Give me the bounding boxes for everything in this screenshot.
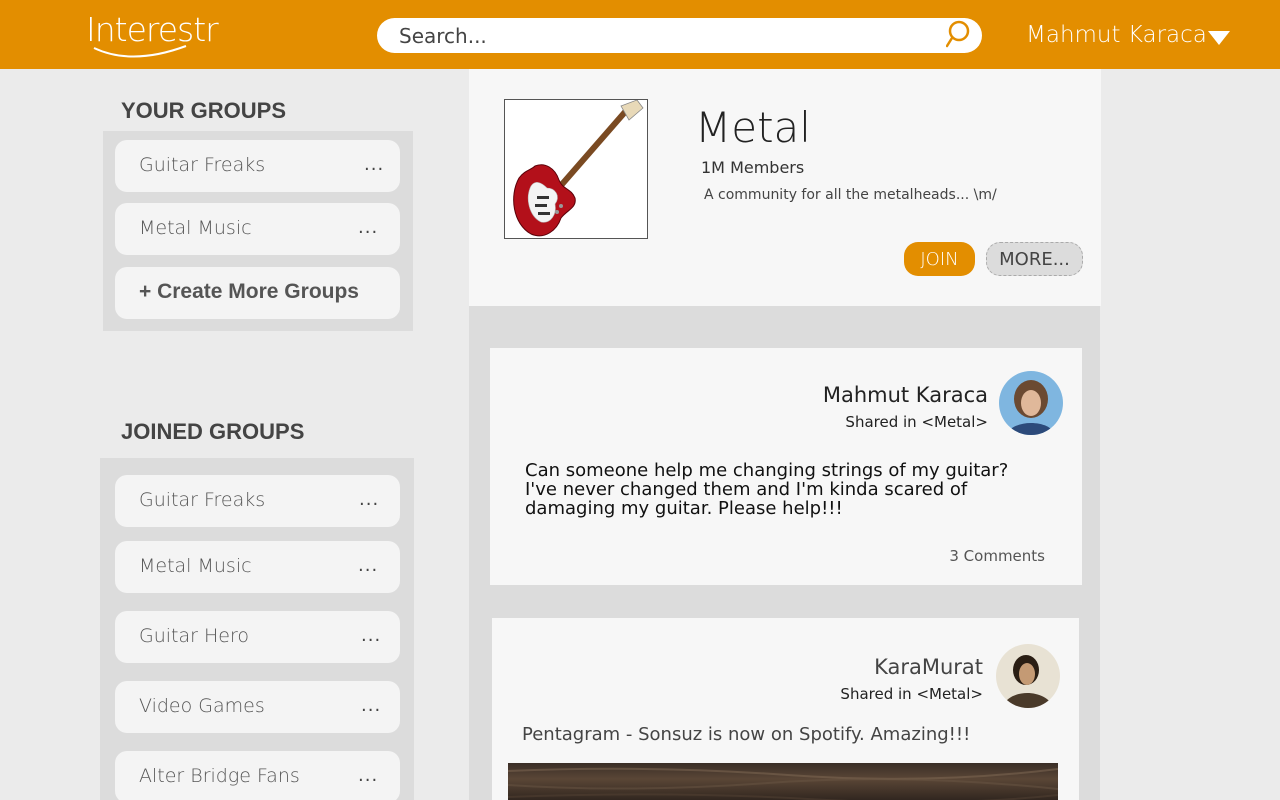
user-avatar-icon: [996, 644, 1060, 708]
join-button[interactable]: JOIN: [904, 242, 975, 276]
post-comments-link[interactable]: 3 Comments: [949, 547, 1045, 565]
group-title: Metal: [695, 103, 811, 152]
guitar-icon: [513, 99, 644, 237]
more-options-icon[interactable]: ...: [358, 217, 378, 238]
group-label: Video Games: [139, 695, 265, 717]
more-options-icon[interactable]: ...: [361, 625, 381, 646]
more-options-icon[interactable]: ...: [359, 489, 379, 510]
post-image[interactable]: [508, 763, 1058, 800]
post-feed: Mahmut Karaca Shared in <Metal> Can some…: [469, 306, 1100, 800]
logo-swoosh-icon: [93, 45, 187, 58]
chevron-down-icon[interactable]: [1208, 31, 1230, 45]
logo-text: Interestr: [86, 10, 219, 49]
more-options-icon[interactable]: ...: [358, 555, 378, 576]
post-card: KaraMurat Shared in <Metal> Pentagram - …: [492, 618, 1079, 800]
user-avatar-icon: [999, 371, 1063, 435]
avatar[interactable]: [999, 371, 1063, 435]
joined-group-item-guitar-hero[interactable]: Guitar Hero ...: [115, 611, 400, 663]
group-label: Guitar Freaks: [139, 154, 266, 176]
group-description: A community for all the metalheads... \m…: [704, 187, 997, 203]
group-header: Metal 1M Members A community for all the…: [469, 69, 1101, 306]
group-label: Alter Bridge Fans: [139, 765, 300, 787]
group-member-count: 1M Members: [701, 158, 805, 177]
post-author[interactable]: Mahmut Karaca: [823, 383, 988, 407]
post-shared-in[interactable]: Shared in <Metal>: [840, 685, 983, 703]
joined-group-item-video-games[interactable]: Video Games ...: [115, 681, 400, 733]
group-cover-image: [504, 99, 648, 239]
search-bar[interactable]: [377, 18, 982, 53]
more-options-icon[interactable]: ...: [364, 154, 384, 175]
post-image-texture: [508, 767, 1058, 800]
joined-groups-panel: Guitar Freaks ... Metal Music ... Guitar…: [100, 458, 414, 800]
your-group-item-metal-music[interactable]: Metal Music ...: [115, 203, 400, 255]
search-input[interactable]: [399, 20, 939, 51]
more-button[interactable]: MORE...: [986, 242, 1083, 276]
group-label: Metal Music: [139, 217, 252, 239]
post-shared-in[interactable]: Shared in <Metal>: [845, 413, 988, 431]
avatar[interactable]: [996, 644, 1060, 708]
your-group-item-guitar-freaks[interactable]: Guitar Freaks ...: [115, 140, 400, 192]
joined-group-item-metal-music[interactable]: Metal Music ...: [115, 541, 400, 593]
search-icon[interactable]: [946, 20, 972, 48]
create-group-label: + Create More Groups: [139, 280, 359, 303]
group-label: Metal Music: [139, 555, 252, 577]
more-options-icon[interactable]: ...: [358, 765, 378, 786]
post-body: Pentagram - Sonsuz is now on Spotify. Am…: [522, 724, 971, 745]
your-groups-title: YOUR GROUPS: [121, 98, 287, 123]
group-label: Guitar Freaks: [139, 489, 266, 511]
more-options-icon[interactable]: ...: [361, 695, 381, 716]
joined-group-item-guitar-freaks[interactable]: Guitar Freaks ...: [115, 475, 400, 527]
create-group-button[interactable]: + Create More Groups: [115, 267, 400, 319]
group-label: Guitar Hero: [139, 625, 249, 647]
your-groups-panel: Guitar Freaks ... Metal Music ... + Crea…: [103, 131, 413, 331]
app-logo[interactable]: Interestr: [86, 10, 219, 64]
user-menu[interactable]: Mahmut Karaca: [1026, 20, 1246, 52]
user-name[interactable]: Mahmut Karaca: [1026, 22, 1207, 48]
post-card: Mahmut Karaca Shared in <Metal> Can some…: [490, 348, 1082, 585]
joined-groups-title: JOINED GROUPS: [121, 419, 305, 444]
joined-group-item-alter-bridge-fans[interactable]: Alter Bridge Fans ...: [115, 751, 400, 800]
post-author[interactable]: KaraMurat: [874, 655, 983, 679]
post-body: Can someone help me changing strings of …: [525, 460, 1009, 519]
top-navigation-bar: Interestr Mahmut Karaca: [0, 0, 1280, 69]
